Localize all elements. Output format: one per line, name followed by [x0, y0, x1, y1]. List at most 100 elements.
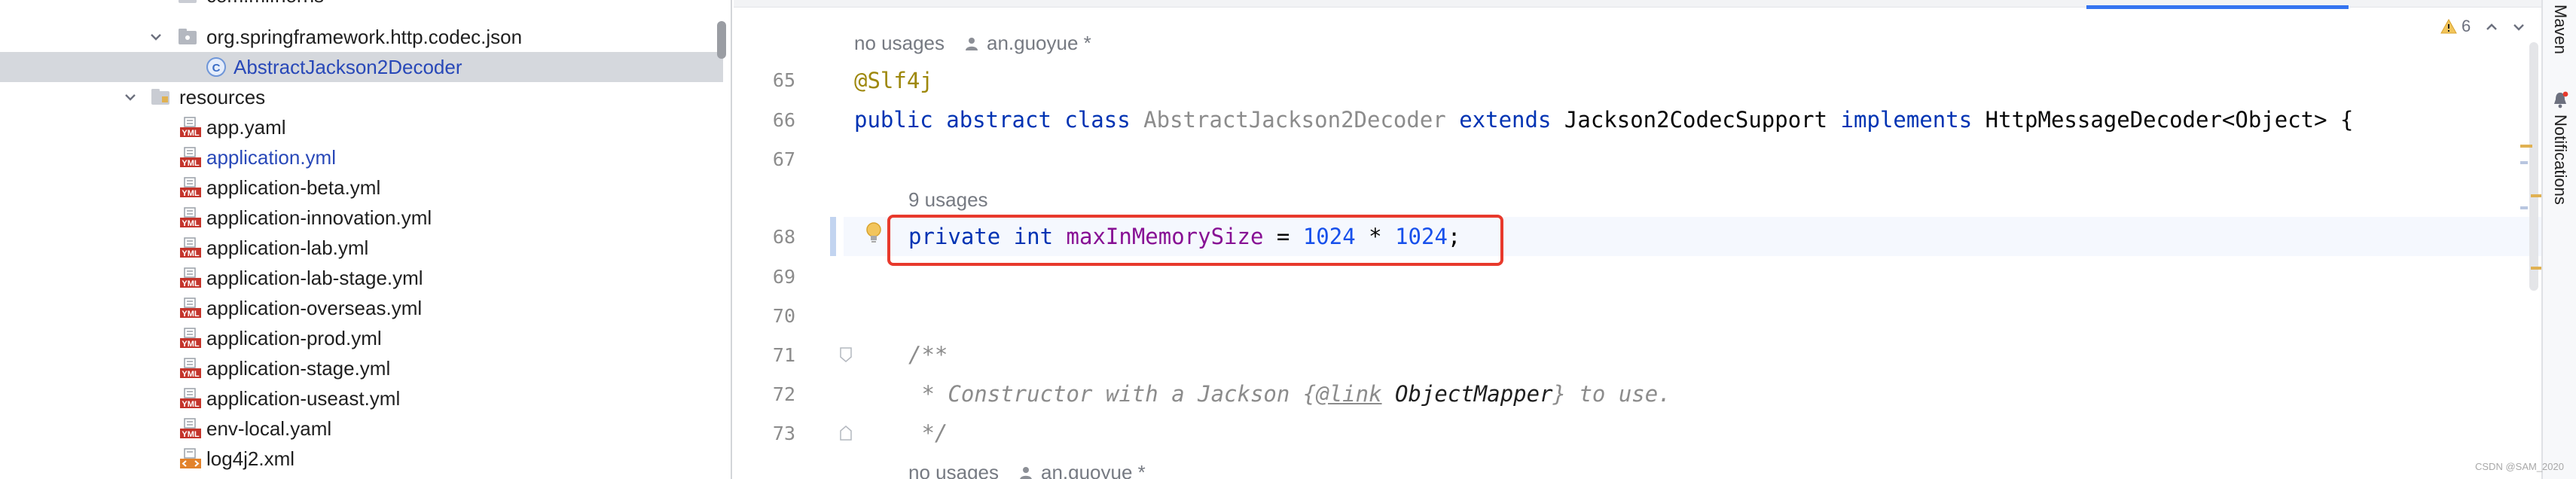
- yml-file-icon: YML: [179, 387, 202, 410]
- tree-row-resources[interactable]: resources: [0, 82, 723, 112]
- tree-row-package-top[interactable]: com.mifnorns: [0, 0, 723, 11]
- tree-row-file[interactable]: YML application-innovation.yml: [0, 203, 723, 233]
- code-vision-hint[interactable]: no usages an.guoyue *: [854, 32, 1091, 55]
- fold-marker-icon[interactable]: [838, 346, 854, 363]
- code-vision-hint[interactable]: no usages an.guoyue *: [908, 461, 1146, 479]
- code-line-73[interactable]: */: [908, 420, 948, 446]
- tree-row-file[interactable]: YML application-overseas.yml: [0, 293, 723, 323]
- code-line-65[interactable]: @Slf4j: [854, 68, 933, 93]
- tree-row-file[interactable]: YML app.yaml: [0, 112, 723, 142]
- chevron-down-icon[interactable]: [148, 29, 164, 45]
- previous-highlight-icon[interactable]: [2483, 18, 2501, 36]
- yml-file-icon: YML: [179, 116, 202, 139]
- line-number: 65: [772, 69, 795, 91]
- tree-row-file[interactable]: YML application-lab-stage.yml: [0, 263, 723, 293]
- yml-file-icon: YML: [179, 327, 202, 349]
- keyword-token: abstract: [946, 107, 1051, 133]
- bell-icon: [2554, 91, 2568, 108]
- tree-item-label: app.yaml: [206, 115, 286, 139]
- yml-file-icon: YML: [179, 297, 202, 319]
- error-stripe-warning-mark[interactable]: [2531, 194, 2541, 197]
- javadoc-ref-token[interactable]: ObjectMapper: [1382, 381, 1553, 407]
- tree-item-label: org.springframework.http.codec.json: [206, 25, 523, 48]
- tree-item-label: application-prod.yml: [206, 326, 382, 349]
- line-number: 70: [772, 305, 795, 327]
- tree-item-label: application-overseas.yml: [206, 296, 423, 319]
- line-number: 71: [772, 344, 795, 366]
- class-icon: C: [205, 56, 227, 78]
- tree-row-file[interactable]: YML env-local.yaml: [0, 413, 723, 444]
- right-tool-window-strip[interactable]: Maven Notifications: [2541, 0, 2576, 479]
- tree-item-label: com.mifnorns: [206, 0, 324, 8]
- maven-tool-tab[interactable]: Maven: [2546, 5, 2574, 54]
- chevron-down-icon[interactable]: [148, 0, 164, 4]
- project-tree-scrollbar[interactable]: [717, 21, 726, 59]
- comment-token: /**: [908, 342, 948, 368]
- notifications-tool-tab[interactable]: Notifications: [2546, 90, 2574, 205]
- svg-text:YML: YML: [182, 340, 200, 349]
- code-line-66[interactable]: public abstract class AbstractJackson2De…: [854, 107, 2354, 133]
- tree-row-file[interactable]: YML application-stage.yml: [0, 353, 723, 383]
- error-stripe-change-mark[interactable]: [2520, 206, 2528, 209]
- tree-row-file[interactable]: YML application.yml: [0, 142, 723, 172]
- keyword-token: extends: [1459, 107, 1552, 133]
- yml-file-icon: YML: [179, 267, 202, 289]
- usages-hint[interactable]: no usages: [854, 32, 945, 55]
- line-number: 73: [772, 423, 795, 444]
- error-stripe-warning-mark[interactable]: [2531, 267, 2541, 270]
- javadoc-tag-token[interactable]: @link: [1316, 381, 1381, 407]
- highlight-annotation-box: [887, 215, 1503, 266]
- tree-item-label: application-lab.yml: [206, 236, 369, 259]
- inspection-warnings-widget[interactable]: 6: [2440, 17, 2471, 36]
- next-highlight-icon[interactable]: [2510, 18, 2528, 36]
- code-line-72[interactable]: * Constructor with a Jackson {@link Obje…: [908, 381, 1671, 407]
- package-icon: [176, 26, 199, 48]
- tree-item-label: AbstractJackson2Decoder: [233, 55, 462, 78]
- usages-hint[interactable]: 9 usages: [908, 188, 988, 212]
- editor-tab-strip[interactable]: [734, 0, 2541, 9]
- error-stripe-warning-mark[interactable]: [2520, 145, 2532, 148]
- code-line-71[interactable]: /**: [908, 342, 948, 368]
- svg-text:YML: YML: [182, 249, 200, 258]
- tree-row-class-selected[interactable]: C AbstractJackson2Decoder: [0, 52, 723, 82]
- yml-file-icon: YML: [179, 417, 202, 440]
- editor-scrollbar[interactable]: [2529, 42, 2538, 291]
- author-hint[interactable]: an.guoyue *: [1041, 461, 1146, 479]
- svg-text:YML: YML: [182, 430, 200, 439]
- chevron-down-icon[interactable]: [122, 89, 139, 105]
- fold-marker-icon[interactable]: [838, 425, 854, 441]
- tree-row-file[interactable]: log4j2.xml: [0, 444, 723, 474]
- xml-file-icon: [179, 447, 202, 470]
- author-icon: [965, 37, 978, 50]
- comment-token: */: [908, 420, 948, 446]
- comment-token: * Constructor with a Jackson {: [908, 381, 1317, 407]
- svg-text:YML: YML: [182, 159, 200, 168]
- line-number: 68: [772, 226, 795, 248]
- tree-row-file[interactable]: YML application-useast.yml: [0, 383, 723, 413]
- project-tree-panel[interactable]: com.mifnorns org.springframework.http.co…: [0, 0, 732, 479]
- tree-row-file[interactable]: YML application-beta.yml: [0, 172, 723, 203]
- tree-row-file[interactable]: YML application-lab.yml: [0, 233, 723, 263]
- superclass-token: Jackson2CodecSupport: [1564, 107, 1828, 133]
- svg-text:YML: YML: [182, 310, 200, 319]
- tree-row-package-codec-json[interactable]: org.springframework.http.codec.json: [0, 22, 723, 52]
- tree-row-file[interactable]: YML application-prod.yml: [0, 323, 723, 353]
- code-vision-hint[interactable]: 9 usages: [908, 188, 988, 212]
- code-editor[interactable]: 65 66 67 68 69 70 71 72 73 no usages an.…: [734, 0, 2541, 479]
- author-hint[interactable]: an.guoyue *: [987, 32, 1091, 55]
- lightbulb-icon[interactable]: [865, 221, 883, 244]
- maven-tab-label: Maven: [2551, 5, 2570, 55]
- error-stripe-change-mark[interactable]: [2520, 161, 2528, 164]
- svg-text:C: C: [212, 62, 221, 75]
- class-name-token: AbstractJackson2Decoder: [1143, 107, 1446, 133]
- usages-hint[interactable]: no usages: [908, 461, 999, 479]
- keyword-token: class: [1064, 107, 1131, 133]
- line-number: 72: [772, 383, 795, 405]
- vcs-change-marker[interactable]: [830, 217, 836, 256]
- tree-item-label: application.yml: [206, 145, 336, 169]
- line-number: 67: [772, 148, 795, 170]
- yml-file-icon: YML: [179, 146, 202, 169]
- yml-file-icon: YML: [179, 176, 202, 199]
- annotation-token: @Slf4j: [854, 68, 933, 93]
- yml-file-icon: YML: [179, 236, 202, 259]
